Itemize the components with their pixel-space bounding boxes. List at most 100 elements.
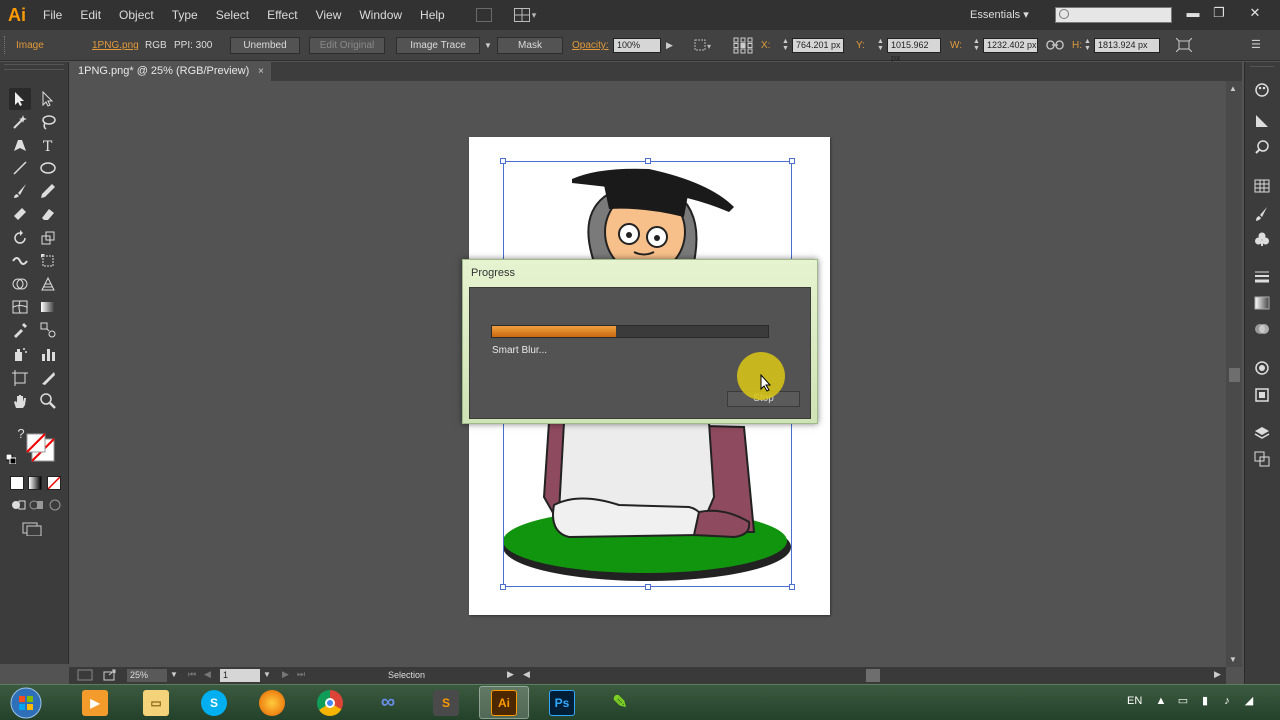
direct-selection-tool-icon[interactable] (37, 88, 59, 110)
zoom-tool-icon[interactable] (37, 390, 59, 412)
transparency-panel-icon[interactable] (1252, 319, 1272, 339)
show-hidden-icons-icon[interactable]: ▲ (1154, 694, 1168, 708)
tools-panel-header[interactable] (4, 64, 64, 70)
battery-tray-icon[interactable]: ▮ (1198, 694, 1212, 708)
symbols-panel-icon[interactable] (1252, 229, 1272, 249)
y-stepper[interactable]: ▲ ▼ (876, 38, 885, 53)
x-stepper[interactable]: ▲ ▼ (781, 38, 790, 53)
artboard-navigation-icon[interactable] (77, 669, 93, 681)
draw-behind-icon[interactable] (28, 499, 44, 511)
linked-file-link[interactable]: 1PNG.png (92, 30, 139, 61)
w-field[interactable]: 1232.402 px (983, 38, 1038, 53)
resize-handle-sw[interactable] (500, 584, 506, 590)
scroll-left-arrow-icon[interactable]: ◀ (523, 669, 530, 680)
w-stepper[interactable]: ▲ ▼ (972, 38, 981, 53)
minimize-button[interactable]: ▬ (1181, 3, 1205, 23)
swatches-panel-icon[interactable] (1252, 176, 1272, 196)
image-trace-button[interactable]: Image Trace (396, 37, 480, 54)
bridge-icon[interactable] (475, 8, 492, 22)
rotate-tool-icon[interactable] (9, 227, 31, 249)
shape-builder-tool-icon[interactable] (9, 273, 31, 295)
workspace-switcher[interactable]: Essentials ▾ (970, 0, 1029, 30)
close-button[interactable]: ✕ (1243, 3, 1267, 23)
taskbar-sublime[interactable]: S (421, 686, 471, 719)
line-tool-icon[interactable] (9, 157, 31, 179)
color-guide-panel-icon[interactable] (1252, 111, 1272, 131)
menu-select[interactable]: Select (207, 0, 258, 30)
volume-tray-icon[interactable]: ♪ (1220, 694, 1234, 708)
opacity-label[interactable]: Opacity: (572, 30, 609, 61)
menu-object[interactable]: Object (110, 0, 163, 30)
previous-artboard-icon[interactable]: ◀ (204, 669, 211, 680)
paintbrush-tool-icon[interactable] (9, 180, 31, 202)
scroll-down-arrow-icon[interactable]: ▼ (1229, 655, 1237, 664)
maximize-button[interactable]: ❐ (1207, 3, 1231, 23)
signal-tray-icon[interactable]: ◢ (1242, 694, 1256, 708)
h-field[interactable]: 1813.924 px (1094, 38, 1160, 53)
resize-handle-s[interactable] (645, 584, 651, 590)
control-panel-menu-icon[interactable]: ☰ (1251, 38, 1265, 52)
arrange-documents-icon[interactable]: ▾ (513, 7, 540, 23)
graphic-styles-panel-icon[interactable] (1252, 385, 1272, 405)
taskbar-illustrator[interactable]: Ai (479, 686, 529, 719)
eyedropper-tool-icon[interactable] (9, 319, 31, 341)
taskbar-media-player[interactable]: ▶ (70, 686, 120, 719)
scale-tool-icon[interactable] (37, 227, 59, 249)
slice-tool-icon[interactable] (37, 367, 59, 389)
taskbar-infinity[interactable]: ∞ (363, 686, 413, 719)
brushes-panel-icon[interactable] (1252, 204, 1272, 224)
type-tool-icon[interactable]: T (37, 134, 59, 156)
pencil-tool-icon[interactable] (37, 180, 59, 202)
perspective-grid-tool-icon[interactable] (37, 273, 59, 295)
pen-tool-icon[interactable] (9, 134, 31, 156)
panel-dock-grip[interactable] (1250, 66, 1274, 72)
zoom-level-field[interactable]: 25% (127, 669, 167, 682)
menu-edit[interactable]: Edit (71, 0, 110, 30)
start-button[interactable] (6, 686, 46, 719)
align-icon[interactable]: ▾ (694, 38, 714, 52)
menu-type[interactable]: Type (163, 0, 207, 30)
draw-inside-icon[interactable] (47, 499, 63, 511)
selection-tool-icon[interactable] (9, 88, 31, 110)
taskbar-app[interactable]: ✎ (595, 686, 645, 719)
column-graph-tool-icon[interactable] (37, 343, 59, 365)
input-language[interactable]: EN (1127, 686, 1142, 716)
width-tool-icon[interactable] (9, 250, 31, 272)
reference-point-icon[interactable] (733, 37, 753, 54)
h-stepper[interactable]: ▲ ▼ (1083, 38, 1092, 53)
taskbar-firefox[interactable] (247, 686, 297, 719)
default-colors-icon[interactable] (5, 453, 17, 465)
document-tab[interactable]: 1PNG.png* @ 25% (RGB/Preview) (69, 62, 271, 81)
taskbar-skype[interactable]: S (189, 686, 239, 719)
image-trace-dropdown-icon[interactable]: ▼ (484, 30, 492, 61)
blend-tool-icon[interactable] (37, 319, 59, 341)
screen-mode-icon[interactable] (22, 522, 42, 537)
eraser-tool-icon[interactable] (37, 203, 59, 225)
horizontal-scroll-thumb[interactable] (866, 669, 880, 682)
mask-button[interactable]: Mask (497, 37, 563, 54)
resize-handle-nw[interactable] (500, 158, 506, 164)
resize-handle-se[interactable] (789, 584, 795, 590)
free-transform-tool-icon[interactable] (37, 250, 59, 272)
first-artboard-icon[interactable]: ⏮ (188, 669, 196, 680)
opacity-arrow-icon[interactable]: ▶ (666, 30, 673, 61)
status-menu-arrow-icon[interactable]: ▶ (507, 669, 514, 680)
vertical-scroll-thumb[interactable] (1229, 368, 1240, 382)
object-type-label[interactable]: Image (16, 30, 44, 61)
transform-icon[interactable] (1175, 37, 1193, 53)
blob-brush-tool-icon[interactable] (9, 203, 31, 225)
taskbar-photoshop[interactable]: Ps (537, 686, 587, 719)
taskbar-file-explorer[interactable]: ▭ (131, 686, 181, 719)
lasso-tool-icon[interactable] (37, 111, 59, 133)
zoom-dropdown-icon[interactable]: ▼ (170, 670, 178, 679)
color-panel-icon[interactable] (1252, 80, 1272, 100)
appearance-panel-icon[interactable] (1252, 358, 1272, 378)
resize-handle-ne[interactable] (789, 158, 795, 164)
taskbar-chrome[interactable] (305, 686, 355, 719)
unembed-button[interactable]: Unembed (230, 37, 300, 54)
image-trace-panel-icon[interactable] (1252, 137, 1272, 157)
stroke-panel-icon[interactable] (1252, 267, 1272, 287)
next-artboard-icon[interactable]: ▶ (282, 669, 289, 680)
network-tray-icon[interactable]: ▭ (1176, 694, 1190, 708)
color-mode-icon[interactable] (10, 476, 24, 490)
